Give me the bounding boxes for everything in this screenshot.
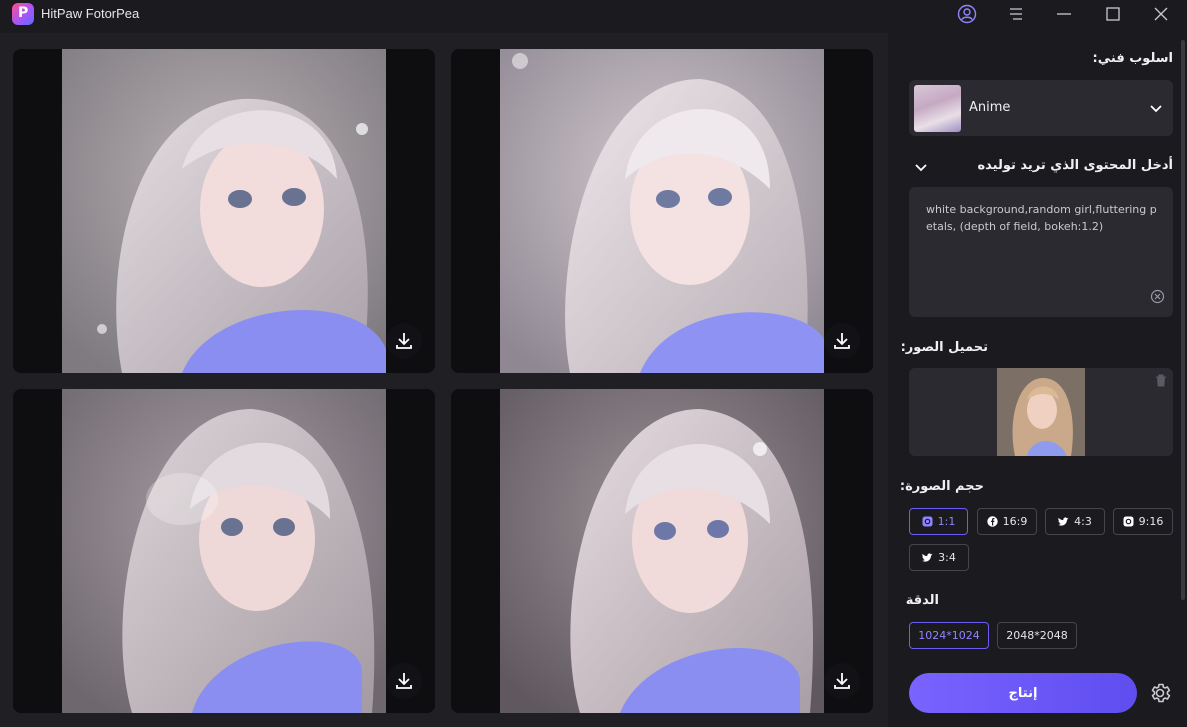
collapse-prompt-icon[interactable] — [914, 160, 928, 174]
download-icon — [396, 673, 412, 689]
download-button[interactable] — [386, 323, 422, 359]
uploaded-photo-thumbnail — [997, 368, 1085, 456]
generated-anime-girl-image — [62, 389, 386, 713]
result-gallery — [0, 33, 888, 727]
title-bar: P HitPaw FotorPea — [0, 0, 1187, 27]
art-style-label: اسلوب فني: — [1092, 51, 1173, 66]
size-option-9-16[interactable]: 9:16 — [1113, 508, 1173, 535]
resolution-option-2048[interactable]: 2048*2048 — [997, 622, 1077, 649]
instagram-icon — [1123, 516, 1134, 527]
chevron-down-icon — [1150, 105, 1162, 113]
menu-button[interactable] — [1004, 2, 1028, 26]
gear-icon[interactable] — [1148, 681, 1172, 705]
app-title: HitPaw FotorPea — [41, 6, 140, 21]
resolution-label: الدقة — [905, 593, 939, 608]
download-icon — [396, 333, 412, 349]
twitter-icon — [1058, 516, 1069, 526]
minimize-button[interactable] — [1052, 2, 1076, 26]
generated-anime-girl-image — [62, 49, 386, 373]
prompt-textarea[interactable]: white background,random girl,fluttering … — [909, 187, 1173, 317]
minimize-icon — [1057, 13, 1071, 15]
generated-anime-girl-image — [500, 49, 824, 373]
close-icon — [1154, 7, 1168, 21]
result-image-card[interactable] — [451, 49, 873, 373]
menu-icon — [1010, 8, 1022, 20]
style-name: Anime — [969, 100, 1011, 115]
download-button[interactable] — [386, 663, 422, 699]
maximize-button[interactable] — [1101, 2, 1125, 26]
size-option-3-4[interactable]: 3:4 — [909, 544, 969, 571]
upload-label: تحميل الصور: — [900, 340, 988, 355]
size-option-16-9[interactable]: 16:9 — [977, 508, 1037, 535]
clear-text-icon[interactable] — [1150, 289, 1165, 304]
trash-icon[interactable] — [1155, 374, 1167, 387]
generate-button[interactable]: إنتاج — [909, 673, 1137, 713]
size-option-1-1[interactable]: 1:1 — [909, 508, 968, 535]
prompt-text: white background,random girl,fluttering … — [926, 203, 1157, 233]
size-option-4-3[interactable]: 4:3 — [1045, 508, 1105, 535]
generated-anime-girl-image — [500, 389, 824, 713]
result-image-card[interactable] — [13, 49, 435, 373]
art-style-dropdown[interactable]: Anime — [909, 80, 1173, 136]
close-button[interactable] — [1149, 2, 1173, 26]
result-image-card[interactable] — [451, 389, 873, 713]
panel-scrollbar[interactable] — [1181, 40, 1185, 600]
image-size-label: حجم الصورة: — [899, 479, 984, 494]
facebook-icon — [986, 516, 998, 527]
instagram-icon — [922, 516, 933, 527]
download-icon — [834, 333, 850, 349]
resolution-option-1024[interactable]: 1024*1024 — [909, 622, 989, 649]
account-button[interactable] — [955, 2, 979, 26]
user-icon — [957, 4, 977, 24]
app-logo: P — [12, 3, 34, 25]
twitter-icon — [922, 552, 933, 562]
result-image-card[interactable] — [13, 389, 435, 713]
download-button[interactable] — [824, 663, 860, 699]
download-button[interactable] — [824, 323, 860, 359]
prompt-label: أدخل المحتوى الذي تريد توليده — [977, 158, 1173, 173]
style-preview-thumbnail — [914, 85, 961, 132]
image-upload-area[interactable] — [909, 368, 1173, 456]
maximize-icon — [1106, 7, 1120, 21]
download-icon — [834, 673, 850, 689]
